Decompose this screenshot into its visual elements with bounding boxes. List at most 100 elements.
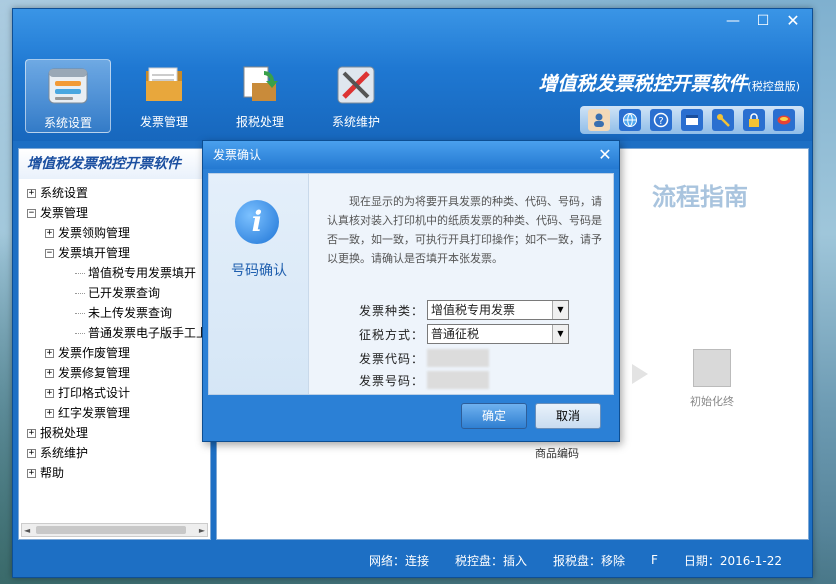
tree-item-label: 普通发票电子版手工上 [88, 326, 209, 340]
invoice-code-label: 发票代码： [359, 351, 425, 366]
dialog-body: i 号码确认 现在显示的为将要开具发票的种类、代码、号码，请认真核对装入打印机中… [208, 173, 614, 395]
nav-title: 增值税发票税控开票软件 [19, 149, 210, 179]
tool-system-settings[interactable]: 系统设置 [25, 59, 111, 133]
tree-item[interactable]: 增值税专用发票填开 [27, 263, 210, 283]
invoice-type-select[interactable]: 增值税专用发票 ▼ [427, 300, 569, 320]
key-icon[interactable] [711, 109, 734, 131]
scroll-left-icon[interactable]: ◄ [24, 526, 30, 535]
init-end-label: 初始化终 [690, 395, 734, 408]
tree-item[interactable]: + 发票作废管理 [27, 343, 210, 363]
tree-item[interactable]: + 打印格式设计 [27, 383, 210, 403]
tool-tax-reporting[interactable]: 报税处理 [217, 59, 303, 133]
tree-item[interactable]: + 系统设置 [27, 183, 210, 203]
info-icon: i [235, 200, 279, 244]
tree-item-label: 打印格式设计 [58, 386, 131, 400]
brand-title: 增值税发票税控开票软件 [538, 73, 748, 95]
chevron-down-icon: ▼ [552, 325, 568, 343]
main-toolbar: 系统设置 发票管理 报税处理 系统维护 [25, 59, 399, 133]
tree-item-label: 报税处理 [40, 426, 89, 440]
tax-method-select[interactable]: 普通征税 ▼ [427, 324, 569, 344]
tree-item[interactable]: − 发票管理 [27, 203, 210, 223]
tax-method-value: 普通征税 [431, 327, 480, 341]
invoice-confirm-dialog: 发票确认 ✕ i 号码确认 现在显示的为将要开具发票的种类、代码、号码，请认真核… [202, 140, 620, 442]
tree-item[interactable]: + 发票领购管理 [27, 223, 210, 243]
expand-icon[interactable]: + [27, 448, 36, 458]
field-tax-method: 征税方式： 普通征税 ▼ [359, 324, 569, 344]
cancel-button[interactable]: 取消 [535, 403, 601, 429]
scroll-thumb[interactable] [36, 526, 186, 534]
expand-icon[interactable]: + [27, 468, 36, 478]
tree-item[interactable]: + 红字发票管理 [27, 403, 210, 423]
tree-item[interactable]: 已开发票查询 [27, 283, 210, 303]
tool-label: 报税处理 [235, 115, 284, 129]
settings-icon [48, 68, 88, 104]
tax-report-icon [243, 66, 278, 101]
dialog-side-panel: i 号码确认 [209, 174, 309, 394]
collapse-icon[interactable]: − [27, 208, 36, 218]
tool-label: 系统设置 [43, 116, 92, 130]
dialog-close-button[interactable]: ✕ [594, 144, 616, 166]
tree-connector [75, 312, 85, 314]
tree-item[interactable]: + 报税处理 [27, 423, 210, 443]
app-header: — ☐ ✕ 系统设置 发票管理 报税处理 系统维护 增值税发票税控开票软件(税控… [13, 9, 812, 141]
status-tax-disk: 税控盘：插入 [454, 553, 527, 568]
tree-item-label: 发票填开管理 [58, 246, 131, 260]
scroll-right-icon[interactable]: ► [199, 526, 205, 535]
app-brand: 增值税发票税控开票软件(税控盘版) [538, 69, 800, 96]
invoice-number-value [427, 371, 489, 389]
help-icon[interactable]: ? [650, 109, 673, 131]
expand-icon[interactable]: + [45, 408, 54, 418]
dialog-title: 发票确认 [203, 141, 619, 169]
user-icon[interactable] [588, 109, 611, 131]
field-invoice-type: 发票种类： 增值税专用发票 ▼ [359, 300, 569, 320]
tree-item[interactable]: 普通发票电子版手工上 [27, 323, 210, 343]
collapse-icon[interactable]: − [45, 248, 54, 258]
tool-label: 系统维护 [331, 115, 380, 129]
exit-icon[interactable] [773, 109, 796, 131]
expand-icon[interactable]: + [45, 368, 54, 378]
svg-text:?: ? [658, 116, 663, 127]
tool-invoice-management[interactable]: 发票管理 [121, 59, 207, 133]
maximize-button[interactable]: ☐ [748, 11, 778, 31]
init-end-icon [693, 349, 731, 387]
close-button[interactable]: ✕ [778, 11, 808, 31]
dialog-side-label: 号码确认 [231, 263, 287, 279]
brand-suffix: (税控盘版) [747, 80, 800, 93]
tree-item[interactable]: − 发票填开管理 [27, 243, 210, 263]
folder-icon [146, 67, 182, 101]
invoice-type-label: 发票种类： [359, 303, 425, 318]
tree-item[interactable]: + 系统维护 [27, 443, 210, 463]
expand-icon[interactable]: + [27, 428, 36, 438]
tree-item-label: 系统设置 [40, 186, 89, 200]
quick-action-bar: ? [580, 106, 804, 134]
tools-icon [337, 66, 375, 104]
status-bar: 网络：连接 税控盘：插入 报税盘：移除 F 日期：2016-1-22 [13, 543, 812, 577]
tree-item[interactable]: + 发票修复管理 [27, 363, 210, 383]
expand-icon[interactable]: + [27, 188, 36, 198]
lock-icon[interactable] [742, 109, 765, 131]
ok-button[interactable]: 确定 [461, 403, 527, 429]
tree-item-label: 未上传发票查询 [88, 306, 173, 320]
horizontal-scrollbar[interactable]: ◄ ► [21, 523, 208, 537]
tree-item-label: 发票修复管理 [58, 366, 131, 380]
tree-item-label: 发票领购管理 [58, 226, 131, 240]
globe-icon[interactable] [619, 109, 642, 131]
tree-item-label: 帮助 [40, 466, 65, 480]
tree-item-label: 红字发票管理 [58, 406, 131, 420]
chevron-down-icon: ▼ [552, 301, 568, 319]
expand-icon[interactable]: + [45, 228, 54, 238]
tree-item-label: 发票管理 [40, 206, 89, 220]
guide-title: 流程指南 [652, 183, 748, 211]
tree-item-label: 已开发票查询 [88, 286, 161, 300]
minimize-button[interactable]: — [718, 11, 748, 31]
tool-system-maintenance[interactable]: 系统维护 [313, 59, 399, 133]
field-invoice-number: 发票号码： [359, 370, 489, 390]
tree-connector [75, 332, 85, 334]
tree-item[interactable]: + 帮助 [27, 463, 210, 483]
tree-item[interactable]: 未上传发票查询 [27, 303, 210, 323]
expand-icon[interactable]: + [45, 388, 54, 398]
invoice-code-value [427, 349, 489, 367]
expand-icon[interactable]: + [45, 348, 54, 358]
window-icon[interactable] [680, 109, 703, 131]
init-end-step[interactable]: 初始化终 [672, 349, 752, 409]
